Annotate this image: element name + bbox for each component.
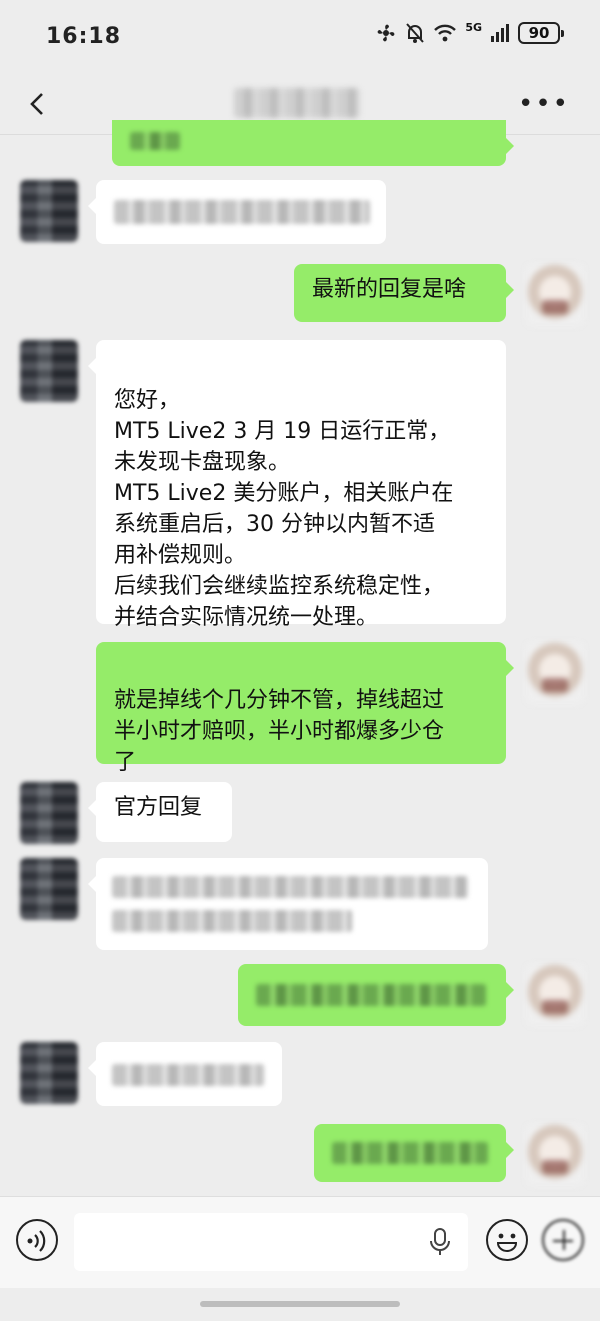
contact-avatar[interactable] [20, 1042, 78, 1104]
status-icons: 5G 90 [375, 20, 564, 44]
home-indicator [200, 1301, 400, 1307]
message-bubble-in[interactable] [88, 858, 488, 950]
wifi-icon [434, 24, 457, 42]
chat-title-redacted [234, 88, 360, 118]
mic-icon[interactable] [428, 1227, 452, 1257]
emoji-icon [496, 1233, 518, 1252]
message-bubble-in[interactable]: 官方回复 [88, 782, 232, 842]
redacted-text [114, 200, 370, 224]
voice-icon [27, 1230, 46, 1252]
plus-button[interactable] [542, 1219, 584, 1261]
message-bubble-out[interactable]: 最新的回复是啥 [294, 264, 514, 322]
more-button[interactable]: ••• [518, 91, 570, 117]
input-bar [0, 1196, 600, 1288]
message-bubble-out[interactable] [314, 1124, 514, 1182]
contact-avatar[interactable] [20, 858, 78, 920]
my-avatar[interactable] [526, 964, 584, 1026]
message-text: 最新的回复是啥 [312, 277, 467, 302]
message-bubble-in[interactable] [88, 180, 386, 244]
network-label: 5G [465, 20, 482, 34]
my-avatar[interactable] [526, 264, 584, 326]
voice-button[interactable] [16, 1219, 58, 1261]
my-avatar[interactable] [526, 1124, 584, 1186]
message-bubble-in[interactable]: 您好， MT5 Live2 3 月 19 日运行正常， 未发现卡盘现象。 MT5… [88, 340, 506, 630]
message-bubble-in[interactable] [88, 1042, 282, 1106]
emoji-button[interactable] [486, 1219, 528, 1261]
message-bubble-out[interactable] [112, 120, 514, 166]
message-text: 您好， MT5 Live2 3 月 19 日运行正常， 未发现卡盘现象。 MT5… [114, 388, 454, 630]
status-time: 16:18 [46, 24, 122, 49]
message-input[interactable] [74, 1213, 468, 1271]
contact-avatar[interactable] [20, 782, 78, 844]
back-arrow-icon [30, 93, 43, 115]
fan-icon [377, 24, 395, 42]
message-bubble-out[interactable] [238, 964, 514, 1026]
redacted-text [112, 876, 468, 898]
signal-icon [491, 24, 509, 42]
redacted-text [112, 1064, 264, 1086]
battery-indicator: 90 [518, 22, 564, 44]
mute-bell-icon [406, 23, 425, 43]
redacted-text [332, 1142, 488, 1164]
my-avatar[interactable] [526, 642, 584, 704]
more-dots-icon: ••• [517, 89, 570, 119]
status-bar: 16:18 5G 90 [0, 0, 600, 76]
message-text: 官方回复 [114, 795, 203, 820]
contact-avatar[interactable] [20, 340, 78, 402]
back-button[interactable] [20, 84, 60, 124]
redacted-text [256, 984, 486, 1006]
contact-avatar[interactable] [20, 180, 78, 242]
redacted-text [112, 910, 352, 932]
redacted-text [130, 132, 180, 150]
message-bubble-out[interactable]: 就是掉线个几分钟不管，掉线超过 半小时才赔呗，半小时都爆多少仓 了 [96, 642, 514, 775]
message-text: 就是掉线个几分钟不管，掉线超过 半小时才赔呗，半小时都爆多少仓 了 [114, 688, 445, 775]
